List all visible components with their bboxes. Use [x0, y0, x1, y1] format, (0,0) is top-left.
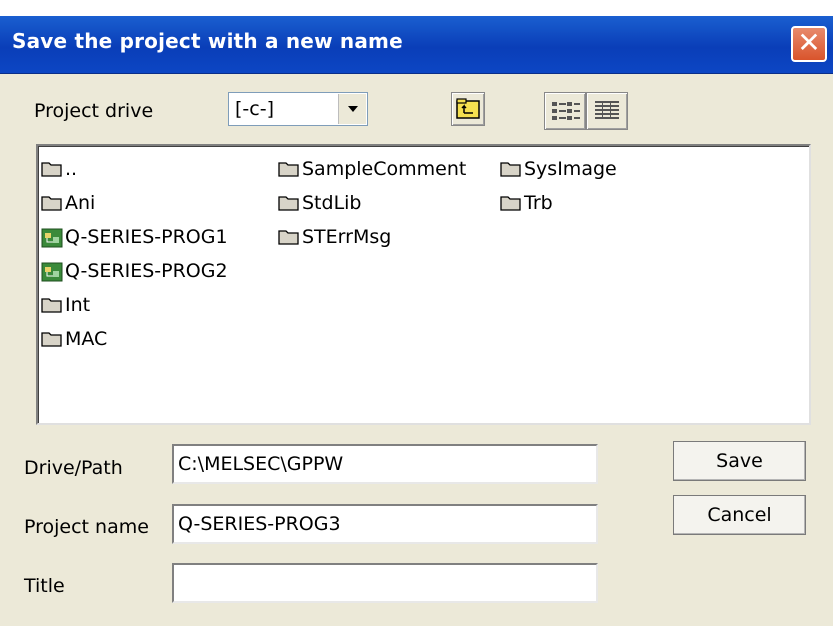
file-name: STErrMsg — [302, 226, 392, 248]
detail-view-button[interactable] — [586, 92, 628, 130]
project-name-field[interactable]: Q-SERIES-PROG3 — [172, 504, 598, 544]
list-item[interactable]: .. — [41, 152, 228, 186]
file-name: Q-SERIES-PROG2 — [65, 260, 228, 282]
folder-icon — [41, 330, 63, 348]
project-drive-select[interactable]: [-c-] — [228, 92, 368, 126]
file-name: StdLib — [302, 192, 362, 214]
dialog-title: Save the project with a new name — [12, 29, 403, 53]
folder-icon — [278, 194, 300, 212]
drive-path-field[interactable]: C:\MELSEC\GPPW — [172, 444, 598, 484]
folder-icon — [500, 194, 522, 212]
save-project-dialog: Save the project with a new name ✕ Proje… — [0, 0, 833, 626]
file-name: SampleComment — [302, 158, 467, 180]
up-folder-button[interactable] — [451, 92, 485, 126]
title-bar[interactable]: Save the project with a new name ✕ — [0, 16, 833, 74]
file-column-2: SampleComment StdLib STErrMsg — [278, 152, 466, 254]
list-item[interactable]: SysImage — [500, 152, 617, 186]
chevron-down-icon — [348, 106, 358, 112]
file-name: MAC — [65, 328, 108, 350]
folder-up-icon — [456, 98, 480, 119]
list-item[interactable]: Q-SERIES-PROG1 — [41, 220, 228, 254]
dropdown-button[interactable] — [338, 94, 366, 124]
file-name: Int — [65, 294, 91, 316]
project-name-label: Project name — [24, 516, 149, 538]
list-view-button[interactable] — [544, 92, 586, 130]
close-icon: ✕ — [797, 26, 821, 59]
list-item[interactable]: STErrMsg — [278, 220, 466, 254]
folder-icon — [41, 194, 63, 212]
project-icon — [41, 228, 63, 248]
file-name: Trb — [524, 192, 553, 214]
background-strip — [0, 0, 833, 17]
folder-icon — [500, 160, 522, 178]
cancel-button[interactable]: Cancel — [673, 495, 806, 535]
title-label: Title — [24, 575, 65, 597]
list-item[interactable]: StdLib — [278, 186, 466, 220]
folder-icon — [278, 228, 300, 246]
close-button[interactable]: ✕ — [791, 26, 827, 62]
save-button[interactable]: Save — [673, 441, 806, 481]
file-name: .. — [65, 158, 78, 180]
detail-view-icon — [595, 101, 619, 119]
list-item[interactable]: Q-SERIES-PROG2 — [41, 254, 228, 288]
file-column-1: .. Ani Q-SERIES-PROG1 Q-SERIES-PROG2 Int… — [41, 152, 228, 356]
list-item[interactable]: Int — [41, 288, 228, 322]
list-view-icon — [552, 102, 580, 120]
file-name: Q-SERIES-PROG1 — [65, 226, 228, 248]
file-list[interactable]: .. Ani Q-SERIES-PROG1 Q-SERIES-PROG2 Int… — [36, 144, 811, 425]
drive-path-label: Drive/Path — [24, 457, 123, 479]
title-field[interactable] — [172, 563, 598, 603]
file-column-3: SysImage Trb — [500, 152, 617, 220]
folder-icon — [41, 160, 63, 178]
file-name: Ani — [65, 192, 96, 214]
list-item[interactable]: Ani — [41, 186, 228, 220]
project-drive-label: Project drive — [34, 100, 154, 122]
folder-icon — [278, 160, 300, 178]
list-item[interactable]: MAC — [41, 322, 228, 356]
project-icon — [41, 262, 63, 282]
file-name: SysImage — [524, 158, 617, 180]
project-drive-value: [-c-] — [235, 98, 274, 120]
list-item[interactable]: SampleComment — [278, 152, 466, 186]
folder-icon — [41, 296, 63, 314]
list-item[interactable]: Trb — [500, 186, 617, 220]
